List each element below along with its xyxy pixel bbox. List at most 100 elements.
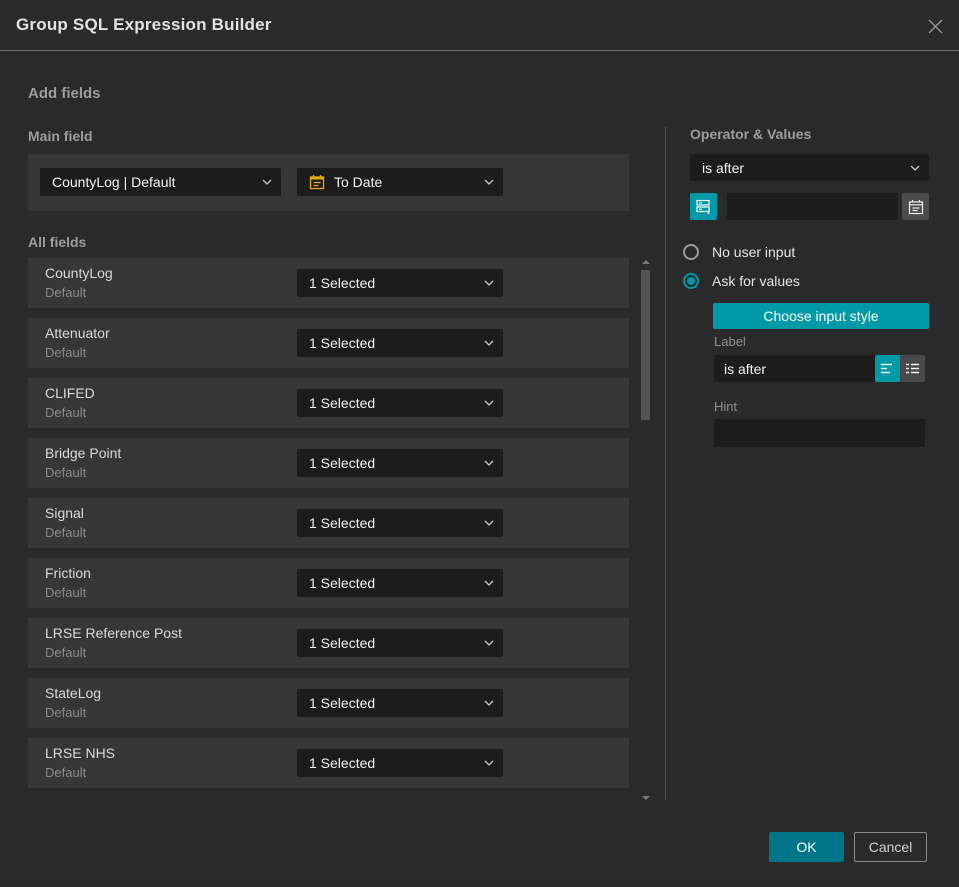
hint-input[interactable]: [714, 419, 925, 447]
chevron-down-icon: [484, 280, 494, 286]
field-sub: Default: [45, 465, 87, 480]
choose-input-style-button[interactable]: Choose input style: [713, 303, 929, 329]
field-sub: Default: [45, 405, 87, 420]
row-selection-dropdown-label: 1 Selected: [309, 515, 376, 531]
scrollbar-thumb[interactable]: [641, 270, 650, 420]
main-field-dropdown-value: CountyLog | Default: [52, 174, 176, 190]
field-name: StateLog: [45, 685, 102, 701]
dialog-title: Group SQL Expression Builder: [16, 15, 272, 34]
value-source-toggle-button[interactable]: [690, 193, 717, 220]
field-row: CLIFED Default 1 Selected: [28, 378, 629, 428]
row-selection-dropdown[interactable]: 1 Selected: [297, 569, 503, 597]
field-row: Attenuator Default 1 Selected: [28, 318, 629, 368]
date-type-dropdown[interactable]: To Date: [297, 168, 503, 196]
field-row: CountyLog Default 1 Selected: [28, 258, 629, 308]
radio-circle-icon: [683, 244, 699, 260]
row-selection-dropdown[interactable]: 1 Selected: [297, 509, 503, 537]
field-row: Friction Default 1 Selected: [28, 558, 629, 608]
radio-no-user-input-label: No user input: [712, 244, 796, 260]
row-selection-dropdown[interactable]: 1 Selected: [297, 629, 503, 657]
add-fields-heading: Add fields: [28, 85, 101, 102]
operator-values-heading: Operator & Values: [690, 126, 812, 142]
ok-button[interactable]: OK: [769, 832, 844, 862]
field-sub: Default: [45, 285, 87, 300]
radio-no-user-input[interactable]: No user input: [683, 244, 795, 260]
row-selection-dropdown-label: 1 Selected: [309, 335, 376, 351]
vertical-divider: [665, 127, 666, 800]
field-name: CountyLog: [45, 265, 113, 281]
field-name: Signal: [45, 505, 84, 521]
field-row: LRSE Reference Post Default 1 Selected: [28, 618, 629, 668]
field-sub: Default: [45, 705, 87, 720]
value-input-row: [690, 193, 929, 220]
chevron-down-icon: [484, 640, 494, 646]
chevron-down-icon: [484, 580, 494, 586]
bulleted-list-icon: [906, 363, 919, 374]
field-sub: Default: [45, 345, 87, 360]
hint-caption: Hint: [714, 399, 738, 414]
chevron-down-icon: [484, 520, 494, 526]
cancel-button[interactable]: Cancel: [854, 832, 927, 862]
close-icon: [928, 19, 942, 33]
chevron-down-icon: [484, 700, 494, 706]
chevron-down-icon: [484, 340, 494, 346]
list-style-button[interactable]: [900, 355, 925, 382]
row-selection-dropdown-label: 1 Selected: [309, 455, 376, 471]
field-sub: Default: [45, 645, 87, 660]
field-row: StateLog Default 1 Selected: [28, 678, 629, 728]
date-picker-button[interactable]: [902, 193, 929, 220]
group-sql-expression-builder-dialog: Group SQL Expression Builder Add fields …: [0, 0, 959, 887]
stacked-values-icon: [696, 199, 710, 215]
chevron-down-icon: [484, 400, 494, 406]
field-row: LRSE NHS Default 1 Selected: [28, 738, 629, 788]
all-fields-list: CountyLog Default 1 Selected Attenuator …: [28, 258, 629, 800]
operator-dropdown[interactable]: is after: [690, 154, 929, 181]
main-field-dropdown[interactable]: CountyLog | Default: [40, 168, 281, 196]
chevron-down-icon: [484, 460, 494, 466]
field-row: Bridge Point Default 1 Selected: [28, 438, 629, 488]
main-field-panel: CountyLog | Default To Date: [28, 154, 629, 211]
field-sub: Default: [45, 765, 87, 780]
field-name: LRSE NHS: [45, 745, 116, 761]
row-selection-dropdown[interactable]: 1 Selected: [297, 329, 503, 357]
chevron-down-icon: [262, 179, 272, 185]
field-name: CLIFED: [45, 385, 95, 401]
main-field-label: Main field: [28, 128, 93, 144]
radio-ask-for-values-label: Ask for values: [712, 273, 800, 289]
row-selection-dropdown-label: 1 Selected: [309, 695, 376, 711]
all-fields-label: All fields: [28, 234, 87, 250]
label-input[interactable]: [714, 355, 875, 382]
field-sub: Default: [45, 585, 87, 600]
row-selection-dropdown-label: 1 Selected: [309, 635, 376, 651]
row-selection-dropdown[interactable]: 1 Selected: [297, 749, 503, 777]
row-selection-dropdown[interactable]: 1 Selected: [297, 269, 503, 297]
field-sub: Default: [45, 525, 87, 540]
field-row: Signal Default 1 Selected: [28, 498, 629, 548]
calendar-icon: [908, 199, 923, 214]
row-selection-dropdown-label: 1 Selected: [309, 275, 376, 291]
row-selection-dropdown[interactable]: 1 Selected: [297, 689, 503, 717]
field-name: LRSE Reference Post: [45, 625, 182, 641]
chevron-down-icon: [484, 179, 494, 185]
row-selection-dropdown-label: 1 Selected: [309, 395, 376, 411]
row-selection-dropdown-label: 1 Selected: [309, 755, 376, 771]
single-line-style-button[interactable]: [875, 355, 900, 382]
chevron-down-icon: [910, 165, 920, 171]
date-value-input[interactable]: [727, 193, 898, 220]
row-selection-dropdown-label: 1 Selected: [309, 575, 376, 591]
label-caption: Label: [714, 334, 746, 349]
field-name: Friction: [45, 565, 91, 581]
scroll-up-arrow-icon[interactable]: [642, 260, 650, 264]
calendar-icon: [309, 174, 325, 190]
radio-ask-for-values[interactable]: Ask for values: [683, 273, 800, 289]
operator-dropdown-value: is after: [702, 159, 745, 176]
operator-values-panel: Operator & Values is after No user input…: [683, 0, 929, 800]
align-left-icon: [881, 363, 892, 374]
list-scrollbar[interactable]: [641, 258, 650, 802]
row-selection-dropdown[interactable]: 1 Selected: [297, 449, 503, 477]
row-selection-dropdown[interactable]: 1 Selected: [297, 389, 503, 417]
chevron-down-icon: [484, 760, 494, 766]
radio-circle-icon: [683, 273, 699, 289]
date-type-dropdown-value: To Date: [334, 174, 383, 190]
scroll-down-arrow-icon[interactable]: [642, 796, 650, 800]
